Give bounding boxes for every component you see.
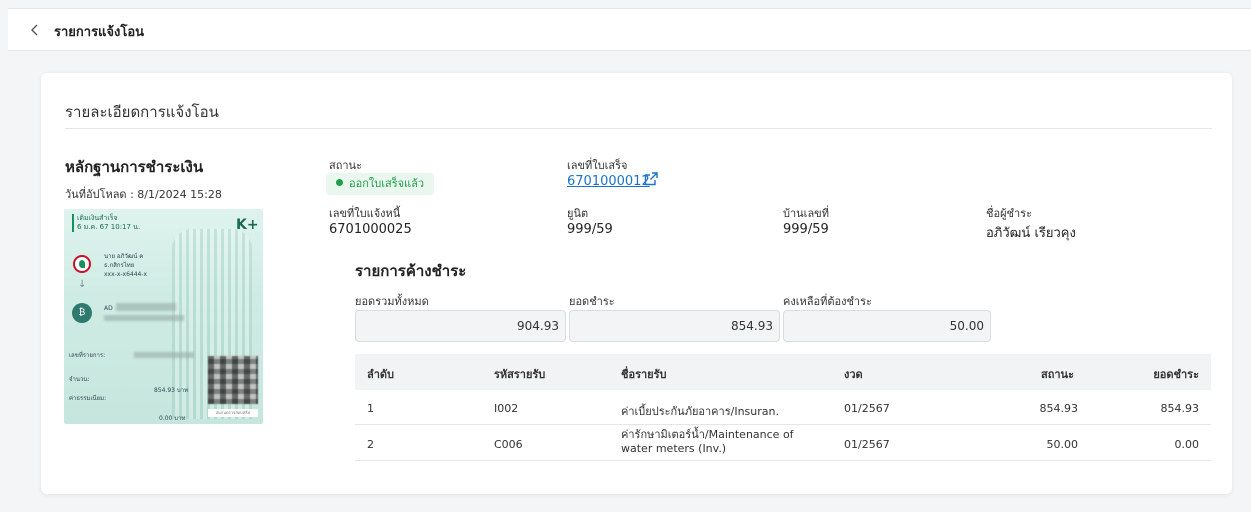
- cell-period: 01/2567: [844, 402, 890, 415]
- slip-date: 6 ม.ค. 67 10:17 น.: [77, 223, 141, 231]
- payment-slip-image[interactable]: เติมเงินสำเร็จ 6 ม.ค. 67 10:17 น. K+ นาย…: [64, 209, 263, 424]
- top-bar: รายการแจ้งโอน: [8, 8, 1251, 51]
- paid-field: 854.93: [569, 310, 780, 342]
- slip-sender: นาย อภิวัฒน์ ค ธ.กสิกรไทย xxx-x-x6444-x: [104, 252, 147, 279]
- paid-label: ยอดชำระ: [569, 295, 615, 308]
- remaining-field: 50.00: [783, 310, 991, 342]
- unit-label: ยูนิต: [567, 207, 589, 220]
- status-value: ออกใบเสร็จแล้ว: [349, 177, 425, 190]
- slip-ref-label: เลขที่รายการ:: [69, 352, 106, 359]
- slip-fee: 0.00 บาท: [159, 415, 186, 422]
- col-paid: ยอดชำระ: [1153, 368, 1199, 381]
- arrow-down-icon: ↓: [78, 279, 87, 290]
- table-header: ลำดับ รหัสรายรับ ชื่อรายรับ งวด สถานะ ยอ…: [355, 354, 1211, 390]
- slip-status: เติมเงินสำเร็จ 6 ม.ค. 67 10:17 น.: [72, 214, 140, 232]
- slip-receiver-prefix: AD: [104, 305, 113, 312]
- kbank-logo-icon: [73, 255, 91, 273]
- status-label: สถานะ: [329, 159, 362, 172]
- cell-no: 1: [367, 402, 374, 415]
- unit-value: 999/59: [567, 222, 613, 237]
- blurred-receiver-detail: [104, 315, 184, 321]
- card-title: รายละเอียดการแจ้งโอน: [65, 103, 219, 121]
- slip-amount-label: จำนวน:: [69, 376, 90, 383]
- divider: [65, 128, 1212, 129]
- col-period: งวด: [844, 368, 863, 381]
- cell-status: 854.93: [1039, 402, 1079, 415]
- total-label: ยอดรวมทั้งหมด: [355, 295, 429, 308]
- slip-sender-account: xxx-x-x6444-x: [104, 271, 148, 278]
- cell-paid: 0.00: [1174, 438, 1200, 451]
- table-row: 2 C006 ค่ารักษามิเตอร์น้ำ/Maintenance of…: [355, 425, 1211, 461]
- chevron-left-icon[interactable]: [28, 23, 42, 37]
- slip-fee-label: ค่าธรรมเนียม:: [69, 395, 107, 402]
- house-no-value: 999/59: [783, 222, 829, 237]
- status-badge: ออกใบเสร็จแล้ว: [326, 173, 435, 195]
- col-status: สถานะ: [1041, 368, 1074, 381]
- cell-period: 01/2567: [844, 438, 890, 451]
- cell-status: 50.00: [1046, 438, 1079, 451]
- promptpay-logo-icon: ₿: [72, 303, 92, 323]
- col-no: ลำดับ: [367, 368, 395, 381]
- cell-code: C006: [494, 438, 523, 451]
- status-dot-icon: [336, 179, 343, 186]
- col-name: ชื่อรายรับ: [621, 368, 667, 381]
- receipt-no-link[interactable]: 6701000012: [567, 174, 650, 189]
- invoice-no: 6701000025: [329, 222, 412, 237]
- house-no-label: บ้านเลขที่: [783, 207, 829, 220]
- cell-name: ค่าเบี้ยประกันภัยอาคาร/Insuran.: [621, 405, 779, 418]
- upload-date: วันที่อัปโหลด : 8/1/2024 15:28: [65, 188, 222, 201]
- external-link-icon[interactable]: [643, 171, 659, 187]
- remaining-label: คงเหลือที่ต้องชำระ: [783, 295, 872, 308]
- cell-code: I002: [494, 402, 519, 415]
- total-field: 904.93: [355, 310, 566, 342]
- qr-caption: สแกนตรวจสอบสลิป: [208, 409, 258, 417]
- slip-sender-bank: ธ.กสิกรไทย: [104, 262, 135, 269]
- cell-no: 2: [367, 438, 374, 451]
- slip-amount: 854.93 บาท: [154, 387, 189, 394]
- invoice-no-label: เลขที่ใบแจ้งหนี้: [329, 207, 401, 220]
- payer-label: ชื่อผู้ชำระ: [986, 207, 1032, 220]
- payer-value: อภิวัฒน์ เรียวคุง: [986, 226, 1076, 241]
- kplus-logo: K+: [236, 217, 259, 233]
- transfer-detail-card: รายละเอียดการแจ้งโอน หลักฐานการชำระเงิน …: [41, 73, 1232, 494]
- receipt-no-label: เลขที่ใบเสร็จ: [567, 159, 628, 172]
- slip-sender-name: นาย อภิวัฒน์ ค: [104, 253, 144, 260]
- blurred-ref: [134, 352, 194, 358]
- col-code: รหัสรายรับ: [494, 368, 546, 381]
- page-title: รายการแจ้งโอน: [54, 25, 145, 40]
- blurred-receiver: [116, 303, 176, 311]
- table-row: 1 I002 ค่าเบี้ยประกันภัยอาคาร/Insuran. 0…: [355, 390, 1211, 425]
- cell-paid: 854.93: [1160, 402, 1200, 415]
- cell-name: ค่ารักษามิเตอร์น้ำ/Maintenance of water …: [621, 428, 794, 455]
- qr-code-icon: [208, 356, 258, 404]
- outstanding-title: รายการค้างชำระ: [355, 262, 467, 280]
- slip-status-text: เติมเงินสำเร็จ: [77, 214, 118, 222]
- payment-proof-title: หลักฐานการชำระเงิน: [65, 158, 204, 176]
